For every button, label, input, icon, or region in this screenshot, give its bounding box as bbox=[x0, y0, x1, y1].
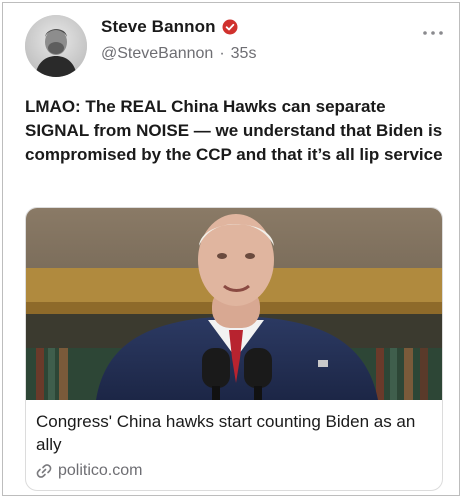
post-container: Steve Bannon @SteveBannon · 35s LMAO: Th… bbox=[2, 2, 460, 496]
post-text: LMAO: The REAL China Hawks can separate … bbox=[25, 97, 443, 164]
post-header: Steve Bannon @SteveBannon · 35s bbox=[25, 15, 445, 79]
author-name-row: Steve Bannon bbox=[101, 17, 238, 37]
meta-separator: · bbox=[219, 45, 225, 62]
post-timestamp[interactable]: 35s bbox=[231, 45, 257, 63]
author-meta-row: @SteveBannon · 35s bbox=[101, 45, 256, 63]
verified-badge-icon bbox=[222, 19, 238, 35]
link-icon bbox=[36, 463, 52, 479]
link-preview-domain: politico.com bbox=[58, 462, 143, 479]
ellipsis-icon[interactable] bbox=[421, 25, 445, 35]
link-preview-domain-row[interactable]: politico.com bbox=[36, 462, 142, 480]
author-display-name[interactable]: Steve Bannon bbox=[101, 17, 216, 37]
avatar-image bbox=[25, 15, 87, 77]
link-preview-card[interactable]: Congress' China hawks start counting Bid… bbox=[25, 207, 443, 491]
author-handle[interactable]: @SteveBannon bbox=[101, 45, 213, 63]
link-preview-image[interactable] bbox=[26, 208, 442, 400]
avatar[interactable] bbox=[25, 15, 87, 77]
link-preview-title[interactable]: Congress' China hawks start counting Bid… bbox=[36, 410, 436, 456]
